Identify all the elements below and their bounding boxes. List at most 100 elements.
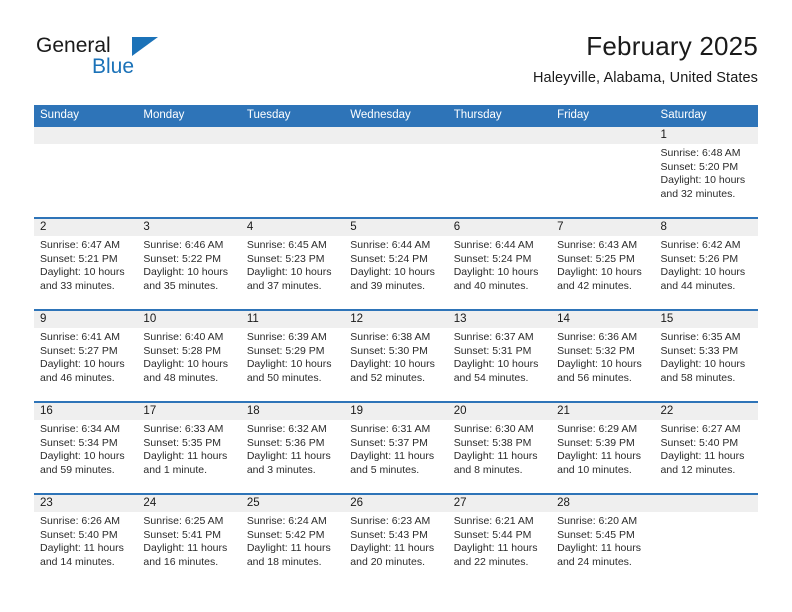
weekday-header-friday: Friday xyxy=(557,109,590,121)
sunrise-text: Sunrise: 6:46 AM xyxy=(143,239,224,251)
daylight-text-line2: and 1 minute. xyxy=(143,463,208,476)
day-number[interactable]: 6 xyxy=(448,219,551,236)
day-number[interactable]: 24 xyxy=(137,495,240,512)
day-cell: Sunrise: 6:31 AM Sunset: 5:37 PM Dayligh… xyxy=(344,420,447,493)
day-number[interactable] xyxy=(241,127,344,144)
day-number[interactable]: 7 xyxy=(551,219,654,236)
logo-triangle-icon xyxy=(132,37,158,56)
day-number[interactable]: 25 xyxy=(241,495,344,512)
general-blue-logo: General Blue xyxy=(34,34,234,90)
daylight-text-line1: Daylight: 11 hours xyxy=(453,542,538,555)
day-number[interactable] xyxy=(551,127,654,144)
week-detail-band: Sunrise: 6:48 AM Sunset: 5:20 PM Dayligh… xyxy=(34,144,758,217)
week-daynumber-band: 16 17 18 19 20 21 22 xyxy=(34,403,758,420)
daylight-text-line2: and 39 minutes. xyxy=(350,279,425,292)
daylight-text-line1: Daylight: 11 hours xyxy=(557,542,641,555)
day-number[interactable]: 18 xyxy=(241,403,344,420)
daylight-text-line1: Daylight: 11 hours xyxy=(660,450,745,463)
day-cell: Sunrise: 6:41 AM Sunset: 5:27 PM Dayligh… xyxy=(34,328,137,401)
day-number[interactable]: 27 xyxy=(448,495,551,512)
daylight-text-line2: and 48 minutes. xyxy=(143,371,219,384)
daylight-text-line2: and 16 minutes. xyxy=(143,555,219,568)
day-number[interactable]: 16 xyxy=(34,403,137,420)
day-cell: Sunrise: 6:45 AM Sunset: 5:23 PM Dayligh… xyxy=(241,236,344,309)
day-number[interactable]: 20 xyxy=(448,403,551,420)
day-number[interactable]: 13 xyxy=(448,311,551,328)
sunrise-text: Sunrise: 6:35 AM xyxy=(660,331,741,343)
day-cell: Sunrise: 6:44 AM Sunset: 5:24 PM Dayligh… xyxy=(344,236,447,309)
day-number[interactable]: 28 xyxy=(551,495,654,512)
week-row: 9 10 11 12 13 14 15 Sunrise: 6:41 AM Sun… xyxy=(34,309,758,401)
day-number[interactable]: 21 xyxy=(551,403,654,420)
daylight-text-line2: and 37 minutes. xyxy=(246,279,322,292)
daylight-text-line2: and 40 minutes. xyxy=(453,279,529,292)
day-number[interactable] xyxy=(137,127,240,144)
daylight-text-line1: Daylight: 11 hours xyxy=(143,542,228,555)
day-cell: Sunrise: 6:39 AM Sunset: 5:29 PM Dayligh… xyxy=(241,328,344,401)
day-number[interactable] xyxy=(448,127,551,144)
sunset-text: Sunset: 5:34 PM xyxy=(40,436,118,449)
day-number[interactable]: 4 xyxy=(241,219,344,236)
daylight-text-line2: and 18 minutes. xyxy=(246,555,322,568)
sunset-text: Sunset: 5:29 PM xyxy=(246,344,325,357)
sunset-text: Sunset: 5:37 PM xyxy=(350,436,428,449)
page-header: General Blue February 2025 Haleyville, A… xyxy=(34,30,758,100)
daylight-text-line1: Daylight: 10 hours xyxy=(350,358,435,371)
weekday-header-tuesday: Tuesday xyxy=(246,109,291,121)
daylight-text-line1: Daylight: 10 hours xyxy=(660,174,746,187)
day-number[interactable] xyxy=(655,495,758,512)
sunrise-text: Sunrise: 6:40 AM xyxy=(143,331,224,343)
day-number[interactable] xyxy=(344,127,447,144)
daylight-text-line1: Daylight: 10 hours xyxy=(350,266,435,279)
day-cell: Sunrise: 6:38 AM Sunset: 5:30 PM Dayligh… xyxy=(344,328,447,401)
day-cell xyxy=(655,512,758,585)
daylight-text-line2: and 20 minutes. xyxy=(350,555,425,568)
sunrise-text: Sunrise: 6:37 AM xyxy=(453,331,534,343)
day-number[interactable]: 19 xyxy=(344,403,447,420)
day-number[interactable]: 17 xyxy=(137,403,240,420)
day-number[interactable]: 1 xyxy=(655,127,758,144)
day-number[interactable]: 3 xyxy=(137,219,240,236)
day-number[interactable]: 9 xyxy=(34,311,137,328)
daylight-text-line1: Daylight: 11 hours xyxy=(350,450,435,463)
day-number[interactable]: 5 xyxy=(344,219,447,236)
daylight-text-line1: Daylight: 10 hours xyxy=(40,266,125,279)
day-cell: Sunrise: 6:29 AM Sunset: 5:39 PM Dayligh… xyxy=(551,420,654,493)
day-number[interactable]: 11 xyxy=(241,311,344,328)
sunset-text: Sunset: 5:23 PM xyxy=(246,252,325,265)
day-cell: Sunrise: 6:24 AM Sunset: 5:42 PM Dayligh… xyxy=(241,512,344,585)
day-number[interactable]: 2 xyxy=(34,219,137,236)
week-detail-band: Sunrise: 6:47 AM Sunset: 5:21 PM Dayligh… xyxy=(34,236,758,309)
day-number[interactable]: 26 xyxy=(344,495,447,512)
day-cell xyxy=(551,144,654,217)
day-number[interactable]: 14 xyxy=(551,311,654,328)
day-cell: Sunrise: 6:27 AM Sunset: 5:40 PM Dayligh… xyxy=(655,420,758,493)
day-number[interactable]: 22 xyxy=(655,403,758,420)
day-number[interactable]: 8 xyxy=(655,219,758,236)
daylight-text-line1: Daylight: 10 hours xyxy=(40,358,125,371)
day-number[interactable]: 23 xyxy=(34,495,137,512)
daylight-text-line2: and 10 minutes. xyxy=(557,463,632,476)
day-number[interactable] xyxy=(34,127,137,144)
calendar-grid: Sunday Monday Tuesday Wednesday Thursday… xyxy=(34,105,758,585)
day-cell xyxy=(344,144,447,217)
daylight-text-line1: Daylight: 10 hours xyxy=(660,358,746,371)
sunset-text: Sunset: 5:40 PM xyxy=(660,436,739,449)
day-number[interactable]: 10 xyxy=(137,311,240,328)
daylight-text-line2: and 33 minutes. xyxy=(40,279,115,292)
day-cell xyxy=(34,144,137,217)
day-number[interactable]: 12 xyxy=(344,311,447,328)
daylight-text-line2: and 3 minutes. xyxy=(246,463,316,476)
day-number[interactable]: 15 xyxy=(655,311,758,328)
day-cell: Sunrise: 6:20 AM Sunset: 5:45 PM Dayligh… xyxy=(551,512,654,585)
day-cell: Sunrise: 6:43 AM Sunset: 5:25 PM Dayligh… xyxy=(551,236,654,309)
weekday-header-saturday: Saturday xyxy=(660,109,707,121)
week-daynumber-band: 1 xyxy=(34,127,758,144)
day-cell: Sunrise: 6:35 AM Sunset: 5:33 PM Dayligh… xyxy=(655,328,758,401)
day-cell: Sunrise: 6:25 AM Sunset: 5:41 PM Dayligh… xyxy=(137,512,240,585)
sunrise-text: Sunrise: 6:25 AM xyxy=(143,515,224,527)
daylight-text-line1: Daylight: 10 hours xyxy=(246,266,332,279)
sunrise-text: Sunrise: 6:42 AM xyxy=(660,239,741,251)
sunrise-text: Sunrise: 6:47 AM xyxy=(40,239,120,251)
sunset-text: Sunset: 5:28 PM xyxy=(143,344,222,357)
